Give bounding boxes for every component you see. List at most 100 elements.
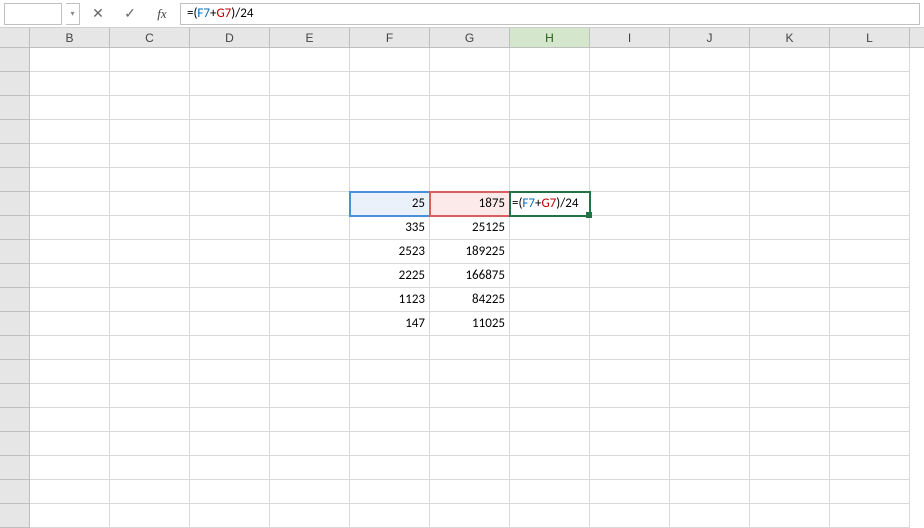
cell-B13[interactable] bbox=[30, 336, 110, 360]
cell-G18[interactable] bbox=[430, 456, 510, 480]
column-header-L[interactable]: L bbox=[830, 28, 910, 47]
cell-L20[interactable] bbox=[830, 504, 910, 528]
row-header[interactable] bbox=[0, 216, 30, 240]
cell-C3[interactable] bbox=[110, 96, 190, 120]
cell-L6[interactable] bbox=[830, 168, 910, 192]
cell-B15[interactable] bbox=[30, 384, 110, 408]
cell-J17[interactable] bbox=[670, 432, 750, 456]
cell-L14[interactable] bbox=[830, 360, 910, 384]
cell-E6[interactable] bbox=[270, 168, 350, 192]
cell-F8[interactable]: 335 bbox=[350, 216, 430, 240]
cell-E11[interactable] bbox=[270, 288, 350, 312]
cell-E13[interactable] bbox=[270, 336, 350, 360]
cell-E2[interactable] bbox=[270, 72, 350, 96]
cell-B2[interactable] bbox=[30, 72, 110, 96]
cell-C4[interactable] bbox=[110, 120, 190, 144]
cell-J2[interactable] bbox=[670, 72, 750, 96]
cell-G9[interactable]: 189225 bbox=[430, 240, 510, 264]
cell-B9[interactable] bbox=[30, 240, 110, 264]
enter-button[interactable]: ✓ bbox=[116, 3, 144, 25]
cell-I12[interactable] bbox=[590, 312, 670, 336]
cell-F16[interactable] bbox=[350, 408, 430, 432]
cell-F7[interactable]: 25 bbox=[350, 192, 430, 216]
cell-H4[interactable] bbox=[510, 120, 590, 144]
cell-E12[interactable] bbox=[270, 312, 350, 336]
cell-I8[interactable] bbox=[590, 216, 670, 240]
cell-B20[interactable] bbox=[30, 504, 110, 528]
cell-D20[interactable] bbox=[190, 504, 270, 528]
cell-B10[interactable] bbox=[30, 264, 110, 288]
cell-B17[interactable] bbox=[30, 432, 110, 456]
cell-E14[interactable] bbox=[270, 360, 350, 384]
cell-C7[interactable] bbox=[110, 192, 190, 216]
cell-C15[interactable] bbox=[110, 384, 190, 408]
row-header[interactable] bbox=[0, 240, 30, 264]
cell-I3[interactable] bbox=[590, 96, 670, 120]
cell-F9[interactable]: 2523 bbox=[350, 240, 430, 264]
cell-G6[interactable] bbox=[430, 168, 510, 192]
cell-D8[interactable] bbox=[190, 216, 270, 240]
cell-C18[interactable] bbox=[110, 456, 190, 480]
cell-F1[interactable] bbox=[350, 48, 430, 72]
column-header-J[interactable]: J bbox=[670, 28, 750, 47]
cell-G8[interactable]: 25125 bbox=[430, 216, 510, 240]
cell-J5[interactable] bbox=[670, 144, 750, 168]
cell-I14[interactable] bbox=[590, 360, 670, 384]
cell-E18[interactable] bbox=[270, 456, 350, 480]
cell-H7[interactable]: =(F7+G7)/24 bbox=[510, 192, 590, 216]
cell-D5[interactable] bbox=[190, 144, 270, 168]
cell-I10[interactable] bbox=[590, 264, 670, 288]
cell-F13[interactable] bbox=[350, 336, 430, 360]
cell-J18[interactable] bbox=[670, 456, 750, 480]
cell-F19[interactable] bbox=[350, 480, 430, 504]
cell-L1[interactable] bbox=[830, 48, 910, 72]
cell-H5[interactable] bbox=[510, 144, 590, 168]
cell-H15[interactable] bbox=[510, 384, 590, 408]
cell-J16[interactable] bbox=[670, 408, 750, 432]
cell-F10[interactable]: 2225 bbox=[350, 264, 430, 288]
cell-F6[interactable] bbox=[350, 168, 430, 192]
cell-E19[interactable] bbox=[270, 480, 350, 504]
column-header-B[interactable]: B bbox=[30, 28, 110, 47]
row-header[interactable] bbox=[0, 504, 30, 528]
row-header[interactable] bbox=[0, 480, 30, 504]
cell-G2[interactable] bbox=[430, 72, 510, 96]
insert-function-button[interactable]: fx bbox=[148, 3, 176, 25]
cell-G16[interactable] bbox=[430, 408, 510, 432]
cell-G15[interactable] bbox=[430, 384, 510, 408]
cell-K10[interactable] bbox=[750, 264, 830, 288]
cell-H12[interactable] bbox=[510, 312, 590, 336]
cell-C6[interactable] bbox=[110, 168, 190, 192]
cell-B14[interactable] bbox=[30, 360, 110, 384]
cell-C19[interactable] bbox=[110, 480, 190, 504]
cell-L3[interactable] bbox=[830, 96, 910, 120]
cell-H10[interactable] bbox=[510, 264, 590, 288]
cell-J13[interactable] bbox=[670, 336, 750, 360]
cell-H13[interactable] bbox=[510, 336, 590, 360]
column-header-H[interactable]: H bbox=[510, 28, 590, 47]
cell-K20[interactable] bbox=[750, 504, 830, 528]
cell-K7[interactable] bbox=[750, 192, 830, 216]
cell-L11[interactable] bbox=[830, 288, 910, 312]
cell-L19[interactable] bbox=[830, 480, 910, 504]
cell-I6[interactable] bbox=[590, 168, 670, 192]
row-header[interactable] bbox=[0, 96, 30, 120]
cell-F3[interactable] bbox=[350, 96, 430, 120]
cell-I17[interactable] bbox=[590, 432, 670, 456]
cell-C14[interactable] bbox=[110, 360, 190, 384]
cell-H2[interactable] bbox=[510, 72, 590, 96]
cell-I18[interactable] bbox=[590, 456, 670, 480]
cell-J19[interactable] bbox=[670, 480, 750, 504]
cell-D16[interactable] bbox=[190, 408, 270, 432]
cell-I4[interactable] bbox=[590, 120, 670, 144]
cell-E3[interactable] bbox=[270, 96, 350, 120]
cell-J12[interactable] bbox=[670, 312, 750, 336]
cell-B4[interactable] bbox=[30, 120, 110, 144]
cell-C16[interactable] bbox=[110, 408, 190, 432]
cell-D4[interactable] bbox=[190, 120, 270, 144]
cell-B7[interactable] bbox=[30, 192, 110, 216]
cell-E15[interactable] bbox=[270, 384, 350, 408]
cell-K1[interactable] bbox=[750, 48, 830, 72]
cell-I19[interactable] bbox=[590, 480, 670, 504]
cell-C2[interactable] bbox=[110, 72, 190, 96]
